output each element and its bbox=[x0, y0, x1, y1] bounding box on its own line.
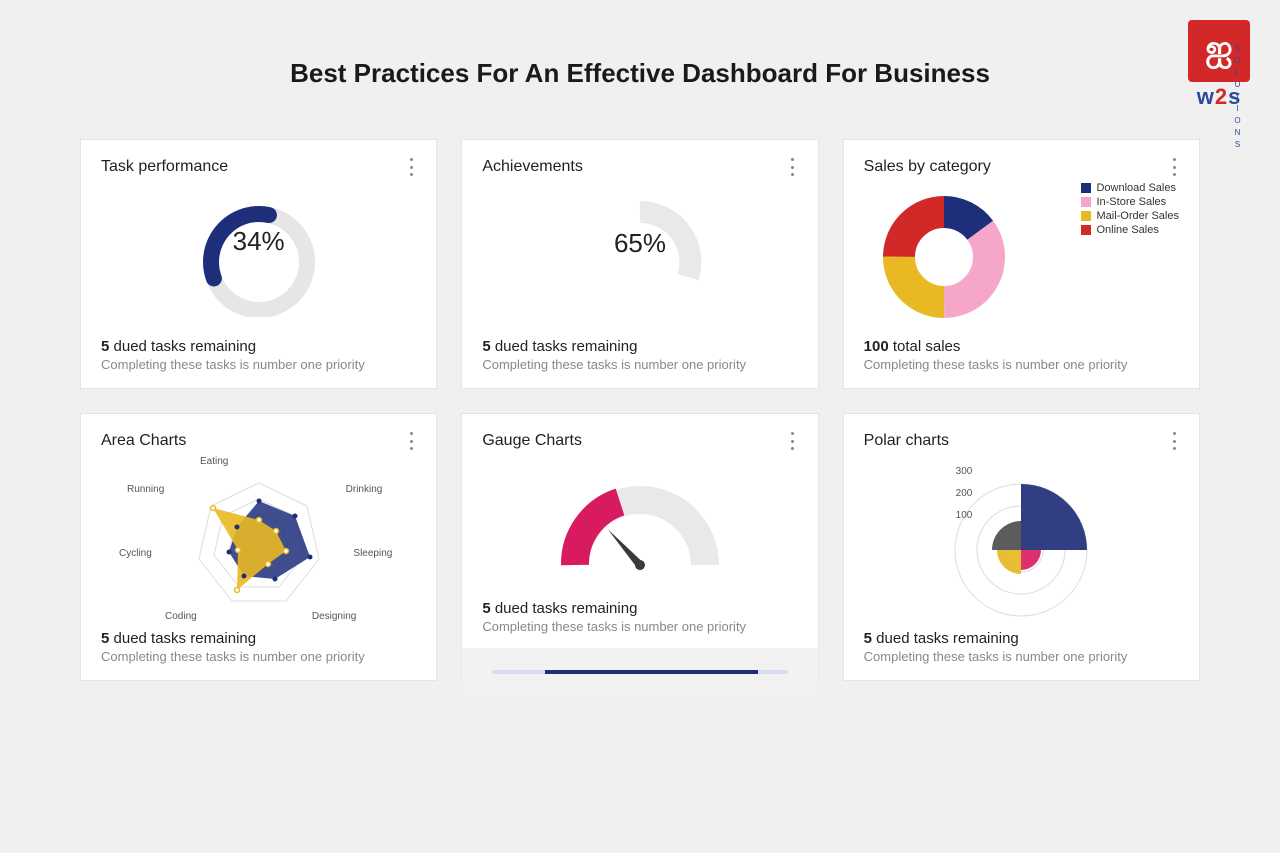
card-polar-charts: Polar charts 100 200 bbox=[843, 413, 1200, 681]
radar-chart: Eating Drinking Sleeping Designing Codin… bbox=[101, 450, 416, 630]
card-footer: 100 total sales Completing these tasks i… bbox=[864, 338, 1179, 372]
card-footer: 5 dued tasks remaining Completing these … bbox=[864, 630, 1179, 664]
card-achievements: Achievements 65% 5 dued tasks remaining … bbox=[461, 139, 818, 389]
card-title: Task performance bbox=[101, 158, 416, 176]
footer-count: 100 bbox=[864, 338, 889, 355]
card-footer: 5 dued tasks remaining Completing these … bbox=[482, 600, 797, 634]
more-icon[interactable] bbox=[1167, 432, 1181, 450]
polar-tick: 300 bbox=[956, 466, 973, 477]
footer-text: dued tasks remaining bbox=[872, 630, 1019, 647]
footer-subtext: Completing these tasks is number one pri… bbox=[482, 357, 797, 372]
footer-count: 5 bbox=[482, 600, 490, 617]
progress-track bbox=[492, 670, 787, 674]
more-icon[interactable] bbox=[786, 432, 800, 450]
footer-text: dued tasks remaining bbox=[109, 630, 256, 647]
radar-label: Drinking bbox=[346, 484, 383, 495]
radar-label: Coding bbox=[165, 611, 197, 622]
footer-subtext: Completing these tasks is number one pri… bbox=[482, 619, 797, 634]
polar-tick: 100 bbox=[956, 510, 973, 521]
more-icon[interactable] bbox=[786, 158, 800, 176]
footer-text: dued tasks remaining bbox=[491, 600, 638, 617]
card-task-performance: Task performance 34% 5 dued tasks remain… bbox=[80, 139, 437, 389]
footer-count: 5 bbox=[864, 630, 872, 647]
footer-text: dued tasks remaining bbox=[491, 338, 638, 355]
card-sales-category: Sales by category Download Sales In-Stor… bbox=[843, 139, 1200, 389]
card-title: Gauge Charts bbox=[482, 432, 797, 450]
polar-chart: 100 200 300 bbox=[864, 450, 1179, 630]
radar-label: Cycling bbox=[119, 548, 152, 559]
radar-label: Sleeping bbox=[353, 548, 392, 559]
brand-logo-glyph: ஐ bbox=[1205, 30, 1232, 72]
footer-subtext: Completing these tasks is number one pri… bbox=[864, 649, 1179, 664]
card-gauge-charts: Gauge Charts 5 dued tasks remaining Comp… bbox=[461, 413, 818, 681]
task-donut-chart: 34% bbox=[101, 176, 416, 338]
sales-donut-chart: Download Sales In-Store Sales Mail-Order… bbox=[864, 176, 1179, 338]
brand-logo: ஐ w2s SOLUTIONS bbox=[1188, 20, 1250, 110]
more-icon[interactable] bbox=[404, 158, 418, 176]
card-title: Sales by category bbox=[864, 158, 1179, 176]
achievements-percent-label: 65% bbox=[614, 228, 666, 259]
card-title: Area Charts bbox=[101, 432, 416, 450]
card-footer: 5 dued tasks remaining Completing these … bbox=[482, 338, 797, 372]
dashboard-grid: Task performance 34% 5 dued tasks remain… bbox=[0, 89, 1280, 681]
footer-text: dued tasks remaining bbox=[109, 338, 256, 355]
more-icon[interactable] bbox=[404, 432, 418, 450]
card-area-charts: Area Charts bbox=[80, 413, 437, 681]
gauge-chart bbox=[482, 450, 797, 600]
footer-subtext: Completing these tasks is number one pri… bbox=[101, 357, 416, 372]
footer-subtext: Completing these tasks is number one pri… bbox=[101, 649, 416, 664]
task-percent-label: 34% bbox=[233, 226, 285, 257]
legend-label: In-Store Sales bbox=[1096, 196, 1166, 208]
card-title: Polar charts bbox=[864, 432, 1179, 450]
legend-label: Mail-Order Sales bbox=[1096, 210, 1179, 222]
legend-label: Online Sales bbox=[1096, 224, 1158, 236]
brand-logo-vertical: SOLUTIONS bbox=[1233, 44, 1242, 152]
legend-item: In-Store Sales bbox=[1081, 196, 1179, 208]
card-title: Achievements bbox=[482, 158, 797, 176]
progress-fill bbox=[545, 670, 758, 674]
polar-tick: 200 bbox=[956, 488, 973, 499]
sales-legend: Download Sales In-Store Sales Mail-Order… bbox=[1081, 182, 1179, 238]
radar-label: Designing bbox=[312, 611, 356, 622]
gauge-progress-strip bbox=[462, 648, 817, 696]
card-footer: 5 dued tasks remaining Completing these … bbox=[101, 630, 416, 664]
footer-text: total sales bbox=[889, 338, 961, 355]
card-footer: 5 dued tasks remaining Completing these … bbox=[101, 338, 416, 372]
legend-label: Download Sales bbox=[1096, 182, 1176, 194]
page-title: Best Practices For An Effective Dashboar… bbox=[0, 0, 1280, 89]
footer-subtext: Completing these tasks is number one pri… bbox=[864, 357, 1179, 372]
legend-item: Mail-Order Sales bbox=[1081, 210, 1179, 222]
legend-item: Online Sales bbox=[1081, 224, 1179, 236]
legend-item: Download Sales bbox=[1081, 182, 1179, 194]
radar-label: Running bbox=[127, 484, 164, 495]
footer-count: 5 bbox=[482, 338, 490, 355]
achievements-donut-chart: 65% bbox=[482, 176, 797, 338]
more-icon[interactable] bbox=[1167, 158, 1181, 176]
radar-label: Eating bbox=[200, 456, 228, 467]
